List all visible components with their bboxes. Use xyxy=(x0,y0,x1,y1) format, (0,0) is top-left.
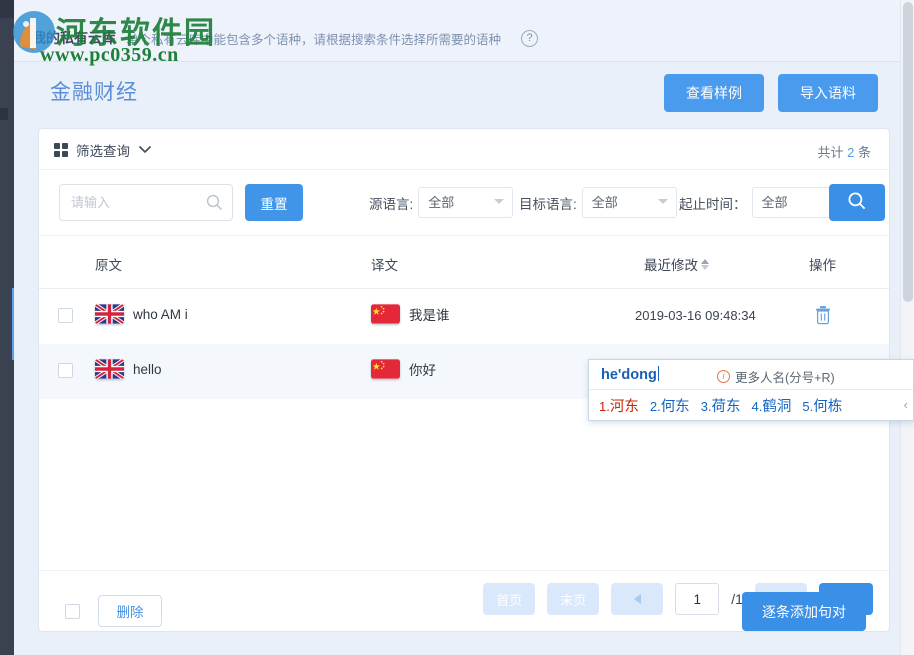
uk-flag-icon xyxy=(95,359,124,379)
delete-button[interactable]: 删除 xyxy=(98,595,162,627)
grid-icon xyxy=(54,143,68,157)
notice-title: 我的私有云库 xyxy=(32,28,116,48)
chevron-down-icon xyxy=(494,199,504,204)
add-sentence-pair-button[interactable]: 逐条添加句对 xyxy=(742,592,866,631)
ime-candidate[interactable]: 1.河东 xyxy=(599,395,639,416)
chevron-down-icon xyxy=(658,199,668,204)
view-sample-button[interactable]: 查看样例 xyxy=(664,74,764,112)
ime-candidate[interactable]: 5.何栋 xyxy=(802,395,842,416)
left-rail-top-cap xyxy=(0,0,14,18)
ime-candidate-popup[interactable]: he'dong i 更多人名(分号+R) 1.河东 2.何东 3.荷东 4.鹤洞… xyxy=(588,359,914,421)
col-modified[interactable]: 最近修改 xyxy=(644,254,709,274)
target-lang-label: 目标语言: xyxy=(519,193,577,213)
search-input-wrap xyxy=(59,184,233,221)
ime-candidate[interactable]: 3.荷东 xyxy=(701,395,741,416)
total-prefix: 共计 xyxy=(817,145,843,160)
left-rail-notch xyxy=(0,108,8,120)
time-range-label: 起止时间： xyxy=(679,193,747,213)
target-lang-value: 全部 xyxy=(592,195,618,210)
time-range-value: 全部 xyxy=(762,195,788,210)
search-button[interactable] xyxy=(829,184,885,221)
vertical-scrollbar[interactable] xyxy=(900,0,914,655)
table-header: 原文 译文 最近修改 操作 xyxy=(39,236,889,289)
card-header: 筛选查询 共计 2 条 xyxy=(39,129,889,170)
chevron-down-icon xyxy=(138,141,152,159)
col-target: 译文 xyxy=(371,254,398,274)
total-value: 2 xyxy=(847,145,854,160)
source-text: who AM i xyxy=(133,307,188,322)
filter-query-label: 筛选查询 xyxy=(76,140,130,160)
source-text: hello xyxy=(133,362,162,377)
total-suffix: 条 xyxy=(858,145,871,160)
search-icon[interactable] xyxy=(206,194,223,216)
uk-flag-icon xyxy=(95,304,124,324)
target-lang-select[interactable]: 全部 xyxy=(582,187,677,218)
cn-flag-icon xyxy=(371,359,400,379)
source-lang-label: 源语言: xyxy=(369,193,413,213)
scrollbar-thumb[interactable] xyxy=(903,2,913,302)
source-cell: who AM i xyxy=(95,304,188,324)
page-title: 金融财经 xyxy=(50,76,138,106)
header-actions: 查看样例 导入语料 xyxy=(664,74,878,112)
page-body: 我的私有云库 单个私有云库中能包含多个语种，请根据搜索条件选择所需要的语种 ? … xyxy=(14,0,914,655)
target-cell: 你好 xyxy=(371,359,436,379)
table-row: who AM i 我是谁 2019 xyxy=(39,289,889,344)
notice-text: 单个私有云库中能包含多个语种，请根据搜索条件选择所需要的语种 xyxy=(126,29,501,48)
modified-date: 2019-03-16 09:48:34 xyxy=(635,308,756,323)
source-lang-value: 全部 xyxy=(428,195,454,210)
ime-hint-text: 更多人名(分号+R) xyxy=(735,367,835,386)
magnifier-icon xyxy=(847,191,867,214)
app-window: 我的私有云库 单个私有云库中能包含多个语种，请根据搜索条件选择所需要的语种 ? … xyxy=(0,0,914,655)
sort-toggle-icon[interactable] xyxy=(701,259,709,270)
filter-row: 重置 源语言: 全部 目标语言: 全部 起止时间： xyxy=(39,170,889,236)
cn-flag-icon xyxy=(371,304,400,324)
title-row: 金融财经 查看样例 导入语料 xyxy=(14,62,914,122)
info-circle-icon: i xyxy=(717,370,730,383)
source-cell: hello xyxy=(95,359,162,379)
row-checkbox[interactable] xyxy=(58,308,73,323)
ime-hint[interactable]: i 更多人名(分号+R) xyxy=(717,367,835,386)
target-cell: 我是谁 xyxy=(371,304,450,324)
ime-candidate[interactable]: 2.何东 xyxy=(650,395,690,416)
notice-bar: 我的私有云库 单个私有云库中能包含多个语种，请根据搜索条件选择所需要的语种 ? xyxy=(14,0,914,62)
ime-composition-text: he'dong xyxy=(601,366,659,383)
target-text: 我是谁 xyxy=(409,304,450,324)
row-checkbox[interactable] xyxy=(58,363,73,378)
target-lang-filter: 目标语言: 全部 xyxy=(519,187,677,218)
total-count: 共计 2 条 xyxy=(817,142,871,161)
notice-inner: 我的私有云库 单个私有云库中能包含多个语种，请根据搜索条件选择所需要的语种 ? xyxy=(32,28,538,48)
col-source: 原文 xyxy=(95,254,122,274)
import-corpus-button[interactable]: 导入语料 xyxy=(778,74,878,112)
search-input[interactable] xyxy=(60,185,202,220)
reset-button[interactable]: 重置 xyxy=(245,184,303,221)
ime-composition-bar: he'dong i 更多人名(分号+R) xyxy=(589,360,913,390)
select-all-checkbox[interactable] xyxy=(65,604,80,619)
col-action: 操作 xyxy=(809,254,836,274)
ime-candidate-list: 1.河东 2.何东 3.荷东 4.鹤洞 5.何栋 ‹ xyxy=(589,390,913,421)
source-lang-filter: 源语言: 全部 xyxy=(369,187,513,218)
ime-candidate[interactable]: 4.鹤洞 xyxy=(752,395,792,416)
help-icon[interactable]: ? xyxy=(521,30,538,47)
target-text: 你好 xyxy=(409,359,436,379)
filter-query-toggle[interactable]: 筛选查询 xyxy=(54,140,152,160)
source-lang-select[interactable]: 全部 xyxy=(418,187,513,218)
ime-next-page-icon[interactable]: ‹ xyxy=(904,397,908,412)
time-range-filter: 起止时间： 全部 xyxy=(679,187,852,218)
footer-bar: 删除 逐条添加句对 xyxy=(38,583,890,637)
col-modified-label: 最近修改 xyxy=(644,254,698,274)
trash-icon[interactable] xyxy=(814,305,832,330)
